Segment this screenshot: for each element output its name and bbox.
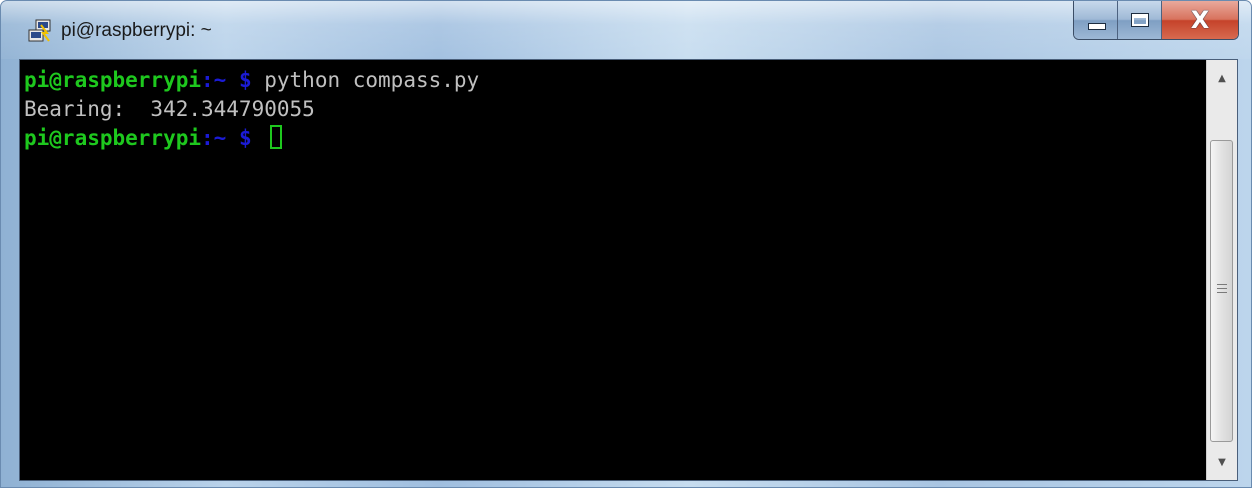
prompt-path: :~ bbox=[201, 126, 227, 150]
output-text: Bearing: 342.344790055 bbox=[24, 97, 315, 121]
prompt-user-host: pi@raspberrypi bbox=[24, 126, 202, 150]
window-title: pi@raspberrypi: ~ bbox=[61, 20, 212, 41]
prompt-dollar: $ bbox=[226, 68, 265, 92]
scroll-up-button[interactable]: ▲ bbox=[1207, 64, 1237, 92]
terminal-line: pi@raspberrypi:~ $ bbox=[24, 124, 1206, 153]
arrow-down-icon: ▼ bbox=[1218, 456, 1226, 468]
prompt-user-host: pi@raspberrypi bbox=[24, 68, 202, 92]
minimize-icon bbox=[1088, 23, 1106, 30]
close-icon: X bbox=[1190, 6, 1210, 34]
command-text: python compass.py bbox=[264, 68, 480, 92]
maximize-button[interactable] bbox=[1118, 1, 1162, 39]
terminal-line: Bearing: 342.344790055 bbox=[24, 95, 1206, 124]
text-cursor bbox=[270, 125, 283, 149]
title-bar[interactable]: pi@raspberrypi: ~ X bbox=[1, 1, 1251, 59]
prompt-dollar: $ bbox=[226, 126, 265, 150]
vertical-scrollbar[interactable]: ▲ ▼ bbox=[1206, 60, 1237, 480]
prompt-path: :~ bbox=[201, 68, 227, 92]
window-controls: X bbox=[1073, 1, 1239, 40]
arrow-up-icon: ▲ bbox=[1218, 72, 1226, 84]
maximize-icon bbox=[1130, 13, 1149, 27]
putty-terminal-icon[interactable] bbox=[27, 19, 53, 45]
grip-icon bbox=[1217, 284, 1227, 293]
scroll-thumb[interactable] bbox=[1210, 140, 1233, 442]
minimize-button[interactable] bbox=[1074, 1, 1118, 39]
terminal-window: pi@raspberrypi: ~ X pi@raspberrypi:~ $ p… bbox=[0, 0, 1252, 488]
terminal-client-area: pi@raspberrypi:~ $ python compass.py Bea… bbox=[19, 59, 1238, 481]
terminal-output[interactable]: pi@raspberrypi:~ $ python compass.py Bea… bbox=[20, 60, 1206, 480]
scroll-down-button[interactable]: ▼ bbox=[1207, 448, 1237, 476]
terminal-line: pi@raspberrypi:~ $ python compass.py bbox=[24, 66, 1206, 95]
close-button[interactable]: X bbox=[1162, 1, 1238, 39]
